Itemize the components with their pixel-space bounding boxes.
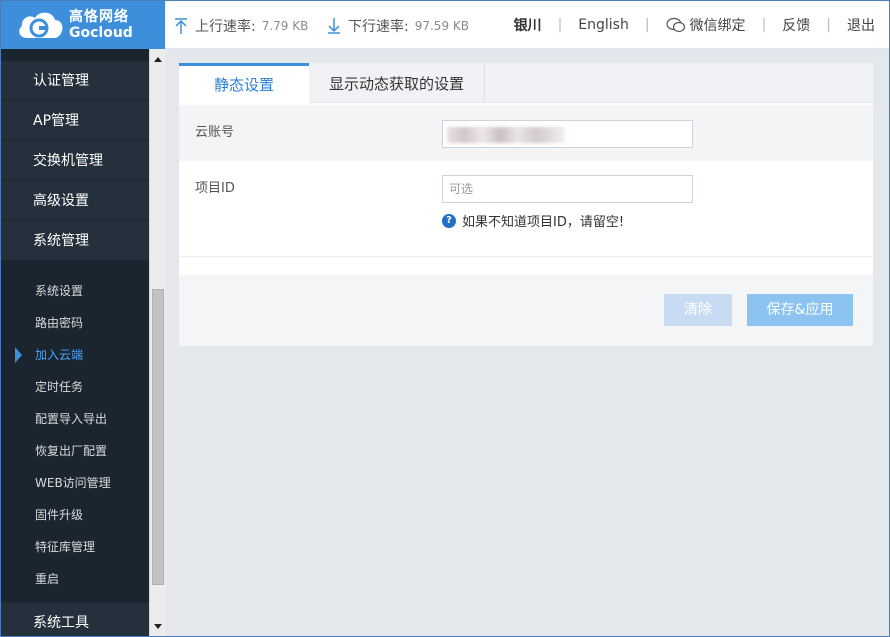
download-speed: 下行速率: 97.59 KB	[326, 16, 469, 36]
sidebar-scrollbar[interactable]	[149, 49, 166, 636]
top-bar: 高恪网络 Gocloud 上行速率: 7.79 KB 下行速率: 97.59 K…	[1, 1, 889, 49]
cloud-account-field[interactable]	[442, 120, 693, 148]
upload-speed: 上行速率: 7.79 KB	[173, 16, 308, 36]
submenu-item[interactable]: 配置导入导出	[1, 403, 149, 435]
submenu-item[interactable]: 定时任务	[1, 371, 149, 403]
feedback-link[interactable]: 反馈	[782, 15, 810, 35]
submenu-item[interactable]: 特征库管理	[1, 531, 149, 563]
scroll-up-icon[interactable]	[154, 57, 162, 62]
blurred-account-value	[447, 127, 565, 143]
sidebar: 认证管理 AP管理 交换机管理 高级设置 系统管理 系统设置 路由密码 加入云端…	[1, 49, 149, 636]
question-icon: ?	[442, 213, 456, 228]
submenu-item[interactable]: 重启	[1, 563, 149, 595]
nav-divider: |	[761, 17, 767, 33]
arrow-down-icon	[328, 18, 340, 34]
submenu-item[interactable]: WEB访问管理	[1, 467, 149, 499]
submenu-item-label: 加入云端	[35, 348, 84, 362]
upload-value: 7.79 KB	[261, 19, 309, 33]
tab-static-settings[interactable]: 静态设置	[179, 63, 309, 103]
submenu-item[interactable]: 路由密码	[1, 307, 149, 339]
sidebar-item-system[interactable]: 系统管理	[1, 221, 149, 261]
nav-divider: |	[644, 17, 650, 33]
clear-button[interactable]: 清除	[664, 294, 732, 326]
top-nav: 银川 | English | 微信绑定 | 反馈 | 退出	[514, 15, 875, 35]
logo-cn-text: 高恪网络	[69, 9, 129, 25]
tab-bar: 静态设置 显示动态获取的设置	[179, 63, 873, 103]
scroll-thumb[interactable]	[152, 289, 164, 585]
download-label: 下行速率:	[348, 19, 409, 35]
submenu-item[interactable]: 系统设置	[1, 275, 149, 307]
wechat-bind-link[interactable]: 微信绑定	[665, 15, 746, 35]
logout-link[interactable]: 退出	[847, 15, 875, 35]
cloud-account-row: 云账号	[179, 105, 873, 161]
sidebar-item-ap[interactable]: AP管理	[1, 101, 149, 141]
upload-label: 上行速率:	[195, 19, 256, 35]
system-submenu: 系统设置 路由密码 加入云端 定时任务 配置导入导出 恢复出厂配置 WEB访问管…	[1, 261, 149, 595]
arrow-up-icon	[175, 18, 187, 34]
app-window: 高恪网络 Gocloud 上行速率: 7.79 KB 下行速率: 97.59 K…	[0, 0, 890, 637]
sidebar-item-auth[interactable]: 认证管理	[1, 61, 149, 101]
cloud-logo-icon	[15, 8, 65, 42]
language-link[interactable]: English	[578, 17, 629, 33]
logo[interactable]: 高恪网络 Gocloud	[1, 1, 165, 49]
active-marker-icon	[15, 347, 22, 363]
wechat-icon	[665, 17, 685, 33]
save-apply-button[interactable]: 保存&应用	[747, 294, 853, 326]
nav-divider: |	[557, 17, 563, 33]
cloud-account-label: 云账号	[195, 125, 235, 140]
city-link[interactable]: 银川	[514, 15, 542, 35]
form-footer: 清除 保存&应用	[179, 275, 873, 346]
wechat-bind-label: 微信绑定	[689, 18, 746, 34]
tab-dynamic-settings[interactable]: 显示动态获取的设置	[309, 63, 485, 103]
cloud-settings-panel: 静态设置 显示动态获取的设置 云账号 项目ID ? 如果不知道项目ID，请留空!…	[179, 63, 873, 346]
submenu-item[interactable]: 固件升级	[1, 499, 149, 531]
project-id-label: 项目ID	[195, 181, 235, 196]
project-id-input[interactable]	[442, 175, 693, 203]
project-id-row: 项目ID ? 如果不知道项目ID，请留空!	[179, 161, 873, 257]
logo-en-text: Gocloud	[69, 25, 133, 41]
submenu-item-active[interactable]: 加入云端	[1, 339, 149, 371]
sidebar-item-advanced[interactable]: 高级设置	[1, 181, 149, 221]
sidebar-item-tools[interactable]: 系统工具	[1, 603, 149, 636]
scroll-down-icon[interactable]	[154, 624, 162, 629]
nav-divider: |	[826, 17, 831, 33]
submenu-item[interactable]: 恢复出厂配置	[1, 435, 149, 467]
hint-text: 如果不知道项目ID，请留空!	[462, 215, 625, 230]
sidebar-item-switch[interactable]: 交换机管理	[1, 141, 149, 181]
download-value: 97.59 KB	[414, 19, 469, 33]
project-id-hint: ? 如果不知道项目ID，请留空!	[442, 211, 624, 230]
